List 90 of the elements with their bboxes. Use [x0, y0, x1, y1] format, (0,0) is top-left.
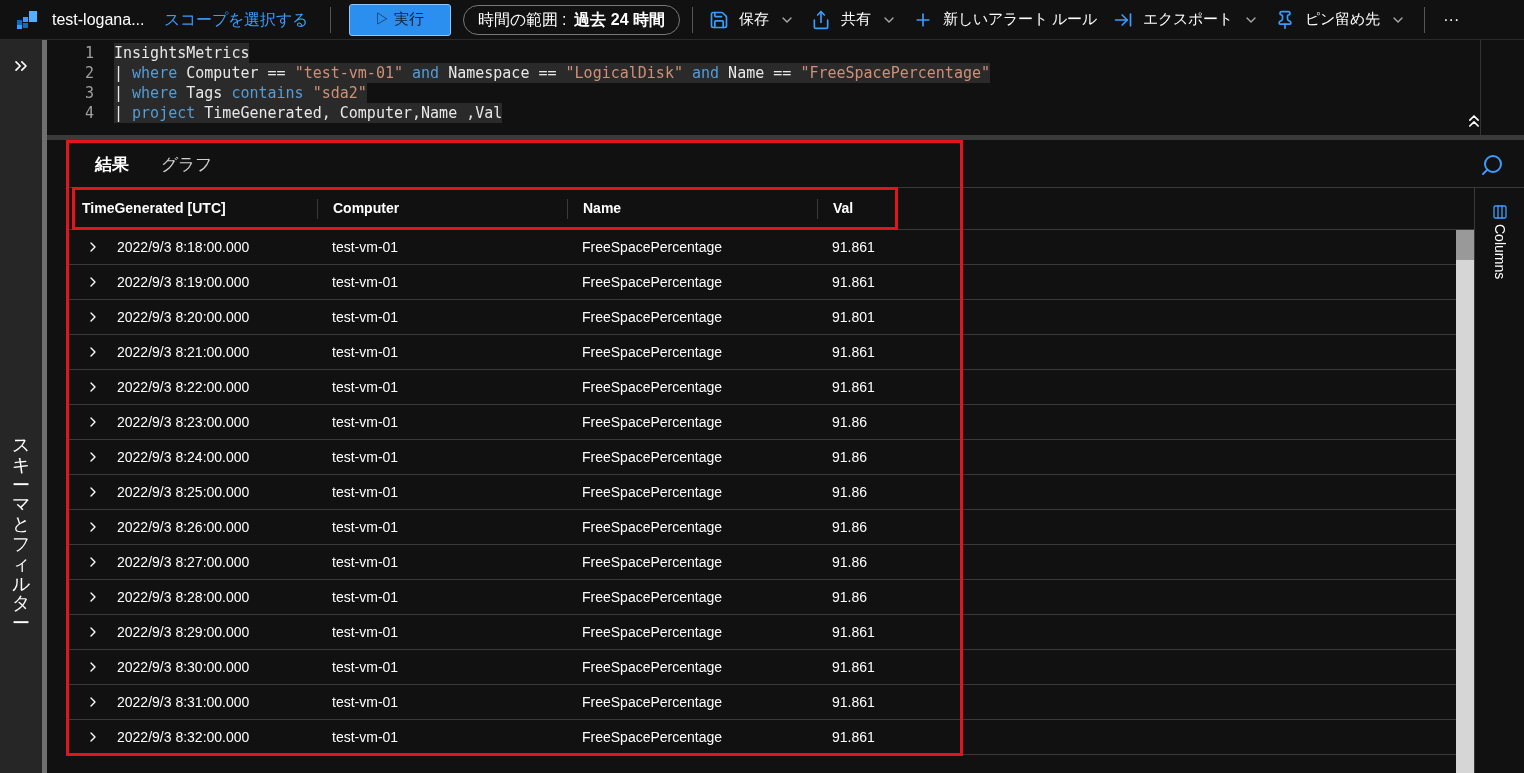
schema-filter-panel-label[interactable]: スキーマとフィルター [12, 436, 30, 634]
table-cell-text: 91.861 [832, 272, 876, 292]
columns-panel-label[interactable]: Columns [1489, 224, 1510, 280]
table-cell-text: 2022/9/3 8:19:00.000 [117, 272, 251, 292]
table-cell-text: test-vm-01 [332, 692, 400, 712]
toolbar-action[interactable]: 新しいアラート ルール [913, 8, 1098, 31]
table-cell-text: 91.861 [832, 622, 876, 642]
table-cell-text: 91.861 [832, 692, 876, 712]
table-cell-text: FreeSpacePercentage [582, 272, 724, 292]
table-cell-text: test-vm-01 [332, 412, 400, 432]
table-cell-text: 91.86 [832, 552, 869, 572]
scrollbar-thumb[interactable] [1456, 230, 1474, 260]
table-cell-text: FreeSpacePercentage [582, 657, 724, 677]
time-range-label: 時間の範囲 : [477, 9, 567, 30]
column-header[interactable]: Name [583, 198, 622, 219]
table-cell-text: FreeSpacePercentage [582, 622, 724, 642]
table-cell-text: FreeSpacePercentage [582, 237, 724, 257]
table-cell-text: 91.861 [832, 237, 876, 257]
table-cell-text: 91.86 [832, 482, 869, 502]
results-tab[interactable]: 結果 [95, 151, 129, 177]
table-cell-text: FreeSpacePercentage [582, 587, 724, 607]
run-button[interactable]: ▷ 実行 [348, 3, 451, 36]
table-cell-text: FreeSpacePercentage [582, 727, 724, 747]
table-cell-text: 2022/9/3 8:24:00.000 [117, 447, 251, 467]
table-cell-text: 2022/9/3 8:29:00.000 [117, 622, 251, 642]
table-cell-text: 91.86 [832, 447, 869, 467]
table-cell-text: test-vm-01 [332, 727, 400, 747]
share-icon [811, 9, 832, 30]
scrollbar-track[interactable] [1456, 230, 1474, 773]
table-cell-text: test-vm-01 [332, 657, 400, 677]
table-cell-text: 91.861 [832, 342, 876, 362]
table-cell-text: FreeSpacePercentage [582, 692, 724, 712]
table-cell-text: 91.86 [832, 587, 869, 607]
table-cell-text: 91.86 [832, 412, 869, 432]
line-number: 2 [83, 63, 94, 83]
table-cell-text: FreeSpacePercentage [582, 482, 724, 502]
table-cell-text: FreeSpacePercentage [582, 517, 724, 537]
time-range-value: 過去 24 時間 [574, 9, 666, 30]
toolbar-action[interactable]: ピン留め先 [1275, 8, 1407, 31]
table-cell-text: test-vm-01 [332, 447, 400, 467]
toolbar-action[interactable]: 保存 [709, 8, 796, 31]
table-cell-text: FreeSpacePercentage [582, 447, 724, 467]
table-cell-text: 91.861 [832, 377, 876, 397]
table-cell-text: 2022/9/3 8:28:00.000 [117, 587, 251, 607]
select-scope-link[interactable]: スコープを選択する [163, 7, 308, 32]
column-header[interactable]: Computer [333, 198, 400, 219]
table-cell-text: test-vm-01 [332, 342, 400, 362]
table-cell-text: FreeSpacePercentage [582, 377, 724, 397]
table-cell-text: 91.861 [832, 657, 876, 677]
table-cell-text: 91.86 [832, 517, 869, 537]
table-cell-text: test-vm-01 [332, 517, 400, 537]
more-button[interactable]: ··· [1443, 7, 1460, 32]
save-icon [709, 9, 730, 30]
table-cell-text: 2022/9/3 8:30:00.000 [117, 657, 251, 677]
table-cell-text: 2022/9/3 8:20:00.000 [117, 307, 251, 327]
table-cell-text: 2022/9/3 8:26:00.000 [117, 517, 251, 537]
toolbar-action[interactable]: 共有 [811, 8, 898, 31]
table-cell-text: 2022/9/3 8:32:00.000 [117, 727, 251, 747]
table-cell-text: test-vm-01 [332, 237, 400, 257]
line-number: 4 [83, 103, 94, 123]
results-tab[interactable]: グラフ [161, 151, 212, 177]
column-header[interactable]: TimeGenerated [UTC] [82, 198, 226, 219]
table-cell-text: 2022/9/3 8:18:00.000 [117, 237, 251, 257]
column-header[interactable]: Val [833, 198, 854, 219]
table-cell-text: 2022/9/3 8:23:00.000 [117, 412, 251, 432]
table-cell-text: 2022/9/3 8:27:00.000 [117, 552, 251, 572]
app-logo-icon [17, 10, 37, 29]
table-cell-text: FreeSpacePercentage [582, 412, 724, 432]
table-cell-text: test-vm-01 [332, 272, 400, 292]
table-cell-text: FreeSpacePercentage [582, 342, 724, 362]
table-cell-text: FreeSpacePercentage [582, 307, 724, 327]
line-number: 1 [83, 43, 94, 63]
table-cell-text: test-vm-01 [332, 377, 400, 397]
table-cell-text: 2022/9/3 8:25:00.000 [117, 482, 251, 502]
table-cell-text: 2022/9/3 8:21:00.000 [117, 342, 251, 362]
line-number: 3 [83, 83, 94, 103]
table-cell-text: test-vm-01 [332, 482, 400, 502]
columns-icon[interactable] [1491, 204, 1508, 220]
table-cell-text: 91.861 [832, 727, 876, 747]
table-cell-text: 2022/9/3 8:22:00.000 [117, 377, 251, 397]
workspace-name: test-logana... [52, 9, 145, 30]
table-cell-text: test-vm-01 [332, 552, 400, 572]
table-cell-text: test-vm-01 [332, 622, 400, 642]
table-cell-text: test-vm-01 [332, 587, 400, 607]
table-cell-text: 91.801 [832, 307, 876, 327]
search-icon[interactable] [1480, 153, 1504, 177]
table-cell-text: FreeSpacePercentage [582, 552, 724, 572]
table-cell-text: test-vm-01 [332, 307, 400, 327]
table-cell-text: 2022/9/3 8:31:00.000 [117, 692, 251, 712]
toolbar-action[interactable]: エクスポート [1113, 8, 1260, 31]
